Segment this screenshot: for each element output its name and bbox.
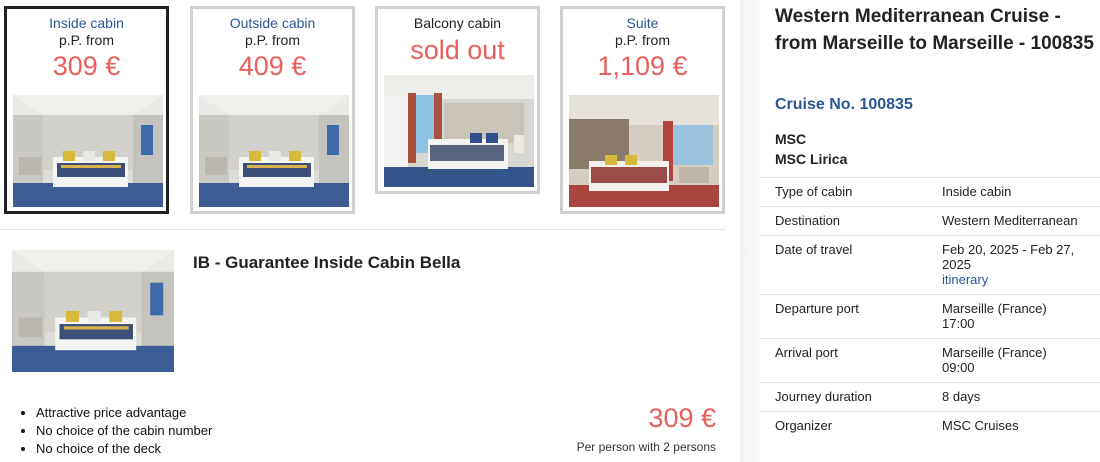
row-label: Journey duration	[760, 382, 942, 412]
travel-dates: Feb 20, 2025 - Feb 27, 2025	[942, 242, 1075, 272]
table-row: Destination Western Mediterranean	[760, 206, 1100, 236]
cruise-title: Western Mediterranean Cruise - from Mars…	[775, 6, 1094, 54]
row-label: Destination	[760, 206, 942, 236]
cruise-number: Cruise No. 100835	[775, 96, 913, 113]
cabin-selection-area: Inside cabin p.P. from 309 € Outside cab…	[0, 0, 740, 462]
row-value: MSC Cruises	[942, 411, 1100, 440]
offer-features-list: Attractive price advantage No choice of …	[20, 404, 212, 458]
cabin-offer-title: IB - Guarantee Inside Cabin Bella	[193, 253, 461, 272]
ship-name: MSC Lirica	[775, 151, 848, 167]
cabin-card-price: 409 €	[238, 51, 307, 81]
cabin-card-name: Balcony cabin	[413, 15, 502, 31]
table-row: Date of travel Feb 20, 2025 - Feb 27, 20…	[760, 235, 1100, 295]
feature-item: Attractive price advantage	[36, 404, 212, 422]
inside-cabin-photo	[13, 95, 163, 207]
detail-inside-cabin-photo	[12, 250, 174, 372]
row-value-cell: Marseille (France) 09:00	[942, 338, 1100, 383]
port-name: Marseille (France)	[942, 301, 1047, 316]
port-time: 17:00	[942, 316, 975, 331]
cabin-card-balcony: Balcony cabin sold out	[375, 6, 540, 194]
feature-item: No choice of the deck	[36, 440, 212, 458]
sold-out-label: sold out	[410, 35, 505, 65]
row-value-cell: Marseille (France) 17:00	[942, 294, 1100, 339]
cabin-card-price: 309 €	[52, 51, 121, 81]
port-name: Marseille (France)	[942, 345, 1047, 360]
table-row: Arrival port Marseille (France) 09:00	[760, 338, 1100, 383]
suite-photo	[569, 95, 719, 207]
row-value: Inside cabin	[942, 177, 1100, 207]
section-divider	[0, 229, 726, 230]
cabin-card-inside[interactable]: Inside cabin p.P. from 309 €	[4, 6, 169, 214]
port-time: 09:00	[942, 360, 975, 375]
row-label: Organizer	[760, 411, 942, 440]
table-row: Journey duration 8 days	[760, 382, 1100, 412]
cabin-card-pp-label: p.P. from	[615, 32, 670, 48]
row-label: Date of travel	[760, 235, 942, 295]
outside-cabin-photo	[199, 95, 349, 207]
cabin-card-pp-label: p.P. from	[59, 32, 114, 48]
offer-price-note: Per person with 2 persons	[576, 440, 716, 454]
cabin-card-name: Suite	[626, 15, 659, 31]
feature-item: No choice of the cabin number	[36, 422, 212, 440]
cabin-card-price: 1,109 €	[597, 51, 688, 81]
cabin-card-suite[interactable]: Suite p.P. from 1,109 €	[560, 6, 725, 214]
table-row: Type of cabin Inside cabin	[760, 177, 1100, 207]
cabin-card-pp-label: p.P. from	[245, 32, 300, 48]
row-label: Departure port	[760, 294, 942, 339]
itinerary-link[interactable]: itinerary	[942, 272, 1100, 287]
row-label: Arrival port	[760, 338, 942, 383]
balcony-cabin-photo	[384, 75, 534, 187]
row-value: 8 days	[942, 382, 1100, 412]
cruise-info-table: Type of cabin Inside cabin Destination W…	[760, 177, 1100, 440]
table-row: Departure port Marseille (France) 17:00	[760, 294, 1100, 339]
row-value-cell: Feb 20, 2025 - Feb 27, 2025 itinerary	[942, 235, 1100, 295]
cruise-summary-panel: Western Mediterranean Cruise - from Mars…	[760, 0, 1100, 462]
cruise-line: MSC	[775, 131, 807, 147]
cabin-card-name: Outside cabin	[229, 15, 316, 31]
cabin-card-outside[interactable]: Outside cabin p.P. from 409 €	[190, 6, 355, 214]
row-value: Western Mediterranean	[942, 206, 1100, 236]
cabin-card-name: Inside cabin	[49, 15, 124, 31]
offer-price: 309 €	[648, 403, 716, 433]
panel-gutter	[740, 0, 760, 462]
table-row: Organizer MSC Cruises	[760, 411, 1100, 440]
row-label: Type of cabin	[760, 177, 942, 207]
